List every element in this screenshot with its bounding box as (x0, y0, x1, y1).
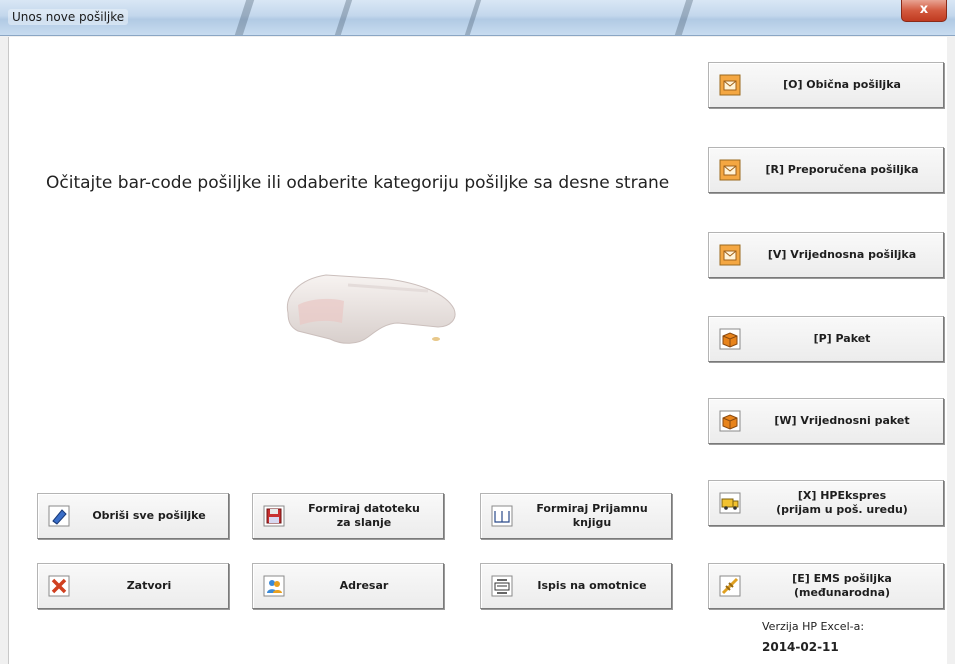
version-label: Verzija HP Excel-a: (762, 620, 865, 633)
envelope-icon (719, 74, 741, 96)
paket-label: [P] Paket (813, 332, 871, 345)
envelope-icon (719, 159, 741, 181)
hpekspres-label-line2: (prijam u poš. uredu) (776, 503, 908, 516)
save-icon (263, 505, 285, 527)
ems-posiljka-label: [E] EMS pošiljka (međunarodna) (741, 572, 943, 600)
adresar-button[interactable]: Adresar (252, 563, 444, 609)
close-x-icon (48, 575, 70, 597)
preporucena-posiljka-label: [R] Preporučena pošiljka (765, 163, 919, 176)
obicna-posiljka-button[interactable]: [O] Obična pošiljka (708, 62, 944, 108)
hpekspres-label: [X] HPEkspres (prijam u poš. uredu) (741, 489, 943, 517)
title-bar: Unos nove pošiljke x (0, 0, 955, 36)
airplane-icon (719, 575, 741, 597)
hpekspres-label-line1: [X] HPEkspres (797, 489, 887, 502)
formiraj-datoteku-line1: Formiraj datoteku (308, 502, 420, 515)
ispis-label: Ispis na omotnice (537, 579, 647, 592)
instruction-text: Očitajte bar-code pošiljke ili odaberite… (46, 173, 670, 193)
preporucena-posiljka-button[interactable]: [R] Preporučena pošiljka (708, 147, 944, 193)
obicna-posiljka-label: [O] Obična pošiljka (783, 78, 901, 91)
envelope-icon (719, 244, 741, 266)
formiraj-datoteku-label: Formiraj datoteku za slanje (285, 502, 443, 530)
window-title: Unos nove pošiljke (8, 9, 129, 25)
package-icon (719, 410, 741, 432)
paket-button[interactable]: [P] Paket (708, 316, 944, 362)
zatvori-label: Zatvori (126, 579, 172, 592)
ispis-na-omotnice-button[interactable]: Ispis na omotnice (480, 563, 672, 609)
vrijednosni-paket-label: [W] Vrijednosni paket (774, 414, 910, 427)
ems-label-line2: (međunarodna) (793, 586, 891, 599)
formiraj-prijamnu-knjigu-button[interactable]: Formiraj Prijamnu knjigu (480, 493, 672, 539)
formiraj-datoteku-button[interactable]: Formiraj datoteku za slanje (252, 493, 444, 539)
eraser-icon (48, 505, 70, 527)
ems-posiljka-button[interactable]: [E] EMS pošiljka (međunarodna) (708, 563, 944, 609)
adresar-label: Adresar (339, 579, 389, 592)
formiraj-prijamnu-line2: knjigu (572, 516, 612, 529)
obrisi-sve-posiljke-button[interactable]: Obriši sve pošiljke (37, 493, 229, 539)
version-date: 2014-02-11 (762, 640, 839, 654)
formiraj-prijamnu-line1: Formiraj Prijamnu (536, 502, 648, 515)
contacts-icon (263, 575, 285, 597)
vrijednosna-posiljka-label: [V] Vrijednosna pošiljka (767, 248, 917, 261)
vrijednosni-paket-button[interactable]: [W] Vrijednosni paket (708, 398, 944, 444)
obrisi-label: Obriši sve pošiljke (92, 509, 206, 522)
formiraj-datoteku-line2: za slanje (336, 516, 392, 529)
zatvori-button[interactable]: Zatvori (37, 563, 229, 609)
package-icon (719, 328, 741, 350)
print-envelope-icon (491, 575, 513, 597)
dialog-window: Unos nove pošiljke x Očitajte bar-code p… (0, 0, 955, 664)
truck-icon (719, 492, 741, 514)
vrijednosna-posiljka-button[interactable]: [V] Vrijednosna pošiljka (708, 232, 944, 278)
hpekspres-button[interactable]: [X] HPEkspres (prijam u poš. uredu) (708, 480, 944, 526)
book-icon (491, 505, 513, 527)
ems-label-line1: [E] EMS pošiljka (792, 572, 892, 585)
formiraj-prijamnu-label: Formiraj Prijamnu knjigu (513, 502, 671, 530)
barcode-scanner-image (286, 274, 456, 344)
close-window-button[interactable]: x (901, 0, 947, 22)
